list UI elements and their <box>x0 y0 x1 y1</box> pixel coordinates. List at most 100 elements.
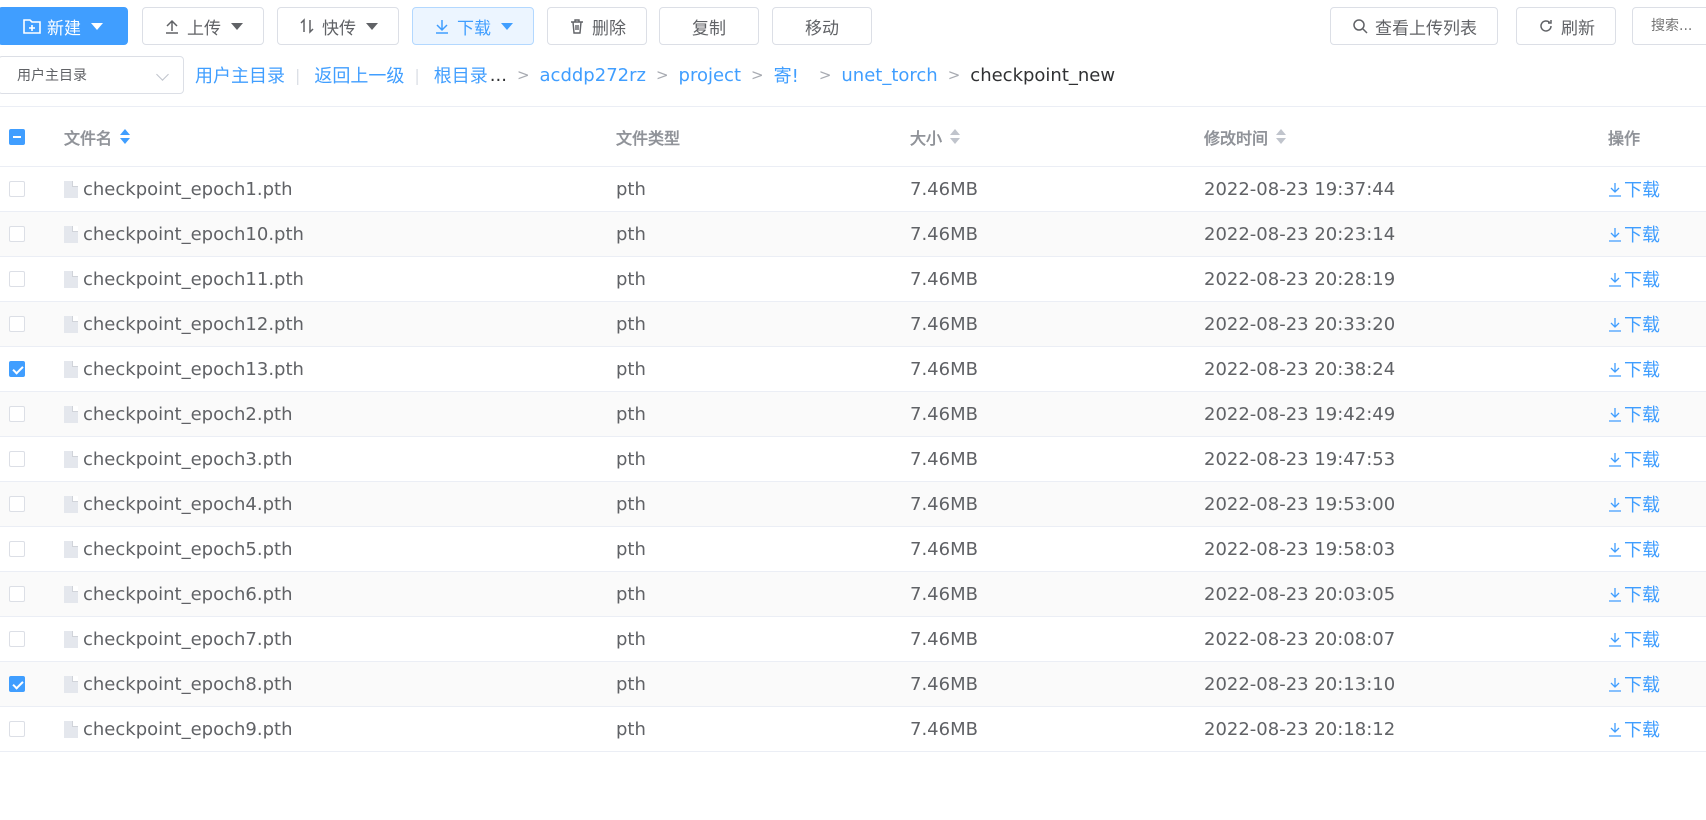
up-one-level-link[interactable]: 返回上一级 <box>314 62 404 88</box>
breadcrumb-item[interactable]: project <box>679 65 741 86</box>
row-checkbox-cell <box>9 392 25 436</box>
table-row[interactable]: checkpoint_epoch7.pth pth 7.46MB 2022-08-23… <box>0 617 1706 662</box>
table-row[interactable]: checkpoint_epoch11.pth pth 7.46MB 2022-08-2… <box>0 257 1706 302</box>
table-row[interactable]: checkpoint_epoch2.pth pth 7.46MB 2022-08-23… <box>0 392 1706 437</box>
download-link-label: 下载 <box>1624 630 1660 651</box>
chevron-right-icon: > <box>655 66 669 84</box>
header-modified[interactable]: 修改时间 <box>1204 107 1287 166</box>
row-checkbox[interactable] <box>9 721 25 737</box>
download-link[interactable]: 下载 <box>1608 626 1660 652</box>
row-checkbox[interactable] <box>9 631 25 647</box>
file-size: 7.46MB <box>910 583 978 605</box>
sort-icon[interactable] <box>950 129 961 144</box>
row-checkbox[interactable] <box>9 361 25 377</box>
search-icon <box>1351 17 1369 35</box>
file-name[interactable]: checkpoint_epoch3.pth <box>83 449 293 470</box>
fast-upload-button[interactable]: 快传 <box>277 7 399 45</box>
row-checkbox[interactable] <box>9 496 25 512</box>
file-size: 7.46MB <box>910 268 978 290</box>
file-name[interactable]: checkpoint_epoch8.pth <box>83 674 293 695</box>
new-button[interactable]: 新建 <box>0 7 128 45</box>
table-row[interactable]: checkpoint_epoch5.pth pth 7.46MB 2022-08-23… <box>0 527 1706 572</box>
download-link[interactable]: 下载 <box>1608 311 1660 337</box>
file-icon <box>64 675 78 693</box>
file-modified: 2022-08-23 19:47:53 <box>1204 448 1396 470</box>
copy-button[interactable]: 复制 <box>659 7 759 45</box>
file-modified: 2022-08-23 20:38:24 <box>1204 358 1396 380</box>
file-name[interactable]: checkpoint_epoch10.pth <box>83 224 304 245</box>
download-link[interactable]: 下载 <box>1608 221 1660 247</box>
header-size[interactable]: 大小 <box>910 107 961 166</box>
table-row[interactable]: checkpoint_epoch8.pth pth 7.46MB 2022-08-23… <box>0 662 1706 707</box>
actions-cell: 下载 <box>1608 707 1660 751</box>
table-row[interactable]: checkpoint_epoch4.pth pth 7.46MB 2022-08-23… <box>0 482 1706 527</box>
download-icon <box>1609 632 1621 647</box>
delete-button[interactable]: 删除 <box>547 7 647 45</box>
table-row[interactable]: checkpoint_epoch1.pth pth 7.46MB 2022-08-23… <box>0 167 1706 212</box>
table-row[interactable]: checkpoint_epoch9.pth pth 7.46MB 2022-08-23… <box>0 707 1706 752</box>
file-icon <box>64 585 78 603</box>
row-checkbox-cell <box>9 437 25 481</box>
breadcrumb-item[interactable]: acddp272rz <box>540 65 646 86</box>
row-checkbox[interactable] <box>9 226 25 242</box>
row-checkbox[interactable] <box>9 676 25 692</box>
header-name[interactable]: 文件名 <box>64 107 131 166</box>
download-link[interactable]: 下载 <box>1608 176 1660 202</box>
directory-select[interactable]: 用户主目录 <box>0 56 184 94</box>
breadcrumb-item[interactable]: unet_torch <box>841 65 937 86</box>
download-link[interactable]: 下载 <box>1608 671 1660 697</box>
file-icon <box>64 405 78 423</box>
root-link[interactable]: 根目录 <box>434 62 488 88</box>
row-checkbox[interactable] <box>9 271 25 287</box>
file-modified: 2022-08-23 19:58:03 <box>1204 538 1396 560</box>
search-input[interactable] <box>1632 7 1706 45</box>
file-name[interactable]: checkpoint_epoch6.pth <box>83 584 293 605</box>
download-link[interactable]: 下载 <box>1608 581 1660 607</box>
refresh-button[interactable]: 刷新 <box>1516 7 1616 45</box>
refresh-button-label: 刷新 <box>1561 18 1595 39</box>
select-all-checkbox[interactable] <box>9 128 25 145</box>
row-checkbox[interactable] <box>9 406 25 422</box>
file-icon <box>64 270 78 288</box>
breadcrumb-item[interactable]: 寄! <box>774 62 799 88</box>
download-link[interactable]: 下载 <box>1608 491 1660 517</box>
sort-icon[interactable] <box>1276 129 1287 144</box>
header-type: 文件类型 <box>616 107 680 166</box>
download-link[interactable]: 下载 <box>1608 716 1660 742</box>
file-name[interactable]: checkpoint_epoch12.pth <box>83 314 304 335</box>
download-link[interactable]: 下载 <box>1608 401 1660 427</box>
table-header: 文件名 文件类型 大小 修改时间 操作 <box>0 107 1706 167</box>
table-row[interactable]: checkpoint_epoch12.pth pth 7.46MB 2022-08-2… <box>0 302 1706 347</box>
download-link[interactable]: 下载 <box>1608 266 1660 292</box>
download-link[interactable]: 下载 <box>1608 536 1660 562</box>
file-name[interactable]: checkpoint_epoch7.pth <box>83 629 293 650</box>
file-size: 7.46MB <box>910 403 978 425</box>
file-name[interactable]: checkpoint_epoch4.pth <box>83 494 293 515</box>
download-icon <box>1609 587 1621 602</box>
row-checkbox[interactable] <box>9 316 25 332</box>
move-button[interactable]: 移动 <box>772 7 872 45</box>
upload-button[interactable]: 上传 <box>142 7 264 45</box>
file-name[interactable]: checkpoint_epoch2.pth <box>83 404 293 425</box>
file-name[interactable]: checkpoint_epoch11.pth <box>83 269 304 290</box>
file-name[interactable]: checkpoint_epoch1.pth <box>83 179 293 200</box>
file-name[interactable]: checkpoint_epoch9.pth <box>83 719 293 740</box>
download-link[interactable]: 下载 <box>1608 446 1660 472</box>
file-name[interactable]: checkpoint_epoch5.pth <box>83 539 293 560</box>
row-checkbox[interactable] <box>9 451 25 467</box>
file-icon <box>64 225 78 243</box>
home-link[interactable]: 用户主目录 <box>195 62 285 88</box>
view-upload-list-button[interactable]: 查看上传列表 <box>1330 7 1498 45</box>
row-checkbox[interactable] <box>9 541 25 557</box>
download-button[interactable]: 下载 <box>412 7 534 45</box>
table-row[interactable]: checkpoint_epoch13.pth pth 7.46MB 2022-08-2… <box>0 347 1706 392</box>
row-checkbox[interactable] <box>9 181 25 197</box>
sort-icon[interactable] <box>120 129 131 144</box>
file-size: 7.46MB <box>910 313 978 335</box>
file-name[interactable]: checkpoint_epoch13.pth <box>83 359 304 380</box>
row-checkbox[interactable] <box>9 586 25 602</box>
table-row[interactable]: checkpoint_epoch3.pth pth 7.46MB 2022-08-23… <box>0 437 1706 482</box>
table-row[interactable]: checkpoint_epoch10.pth pth 7.46MB 2022-08-2… <box>0 212 1706 257</box>
download-link[interactable]: 下载 <box>1608 356 1660 382</box>
table-row[interactable]: checkpoint_epoch6.pth pth 7.46MB 2022-08-23… <box>0 572 1706 617</box>
